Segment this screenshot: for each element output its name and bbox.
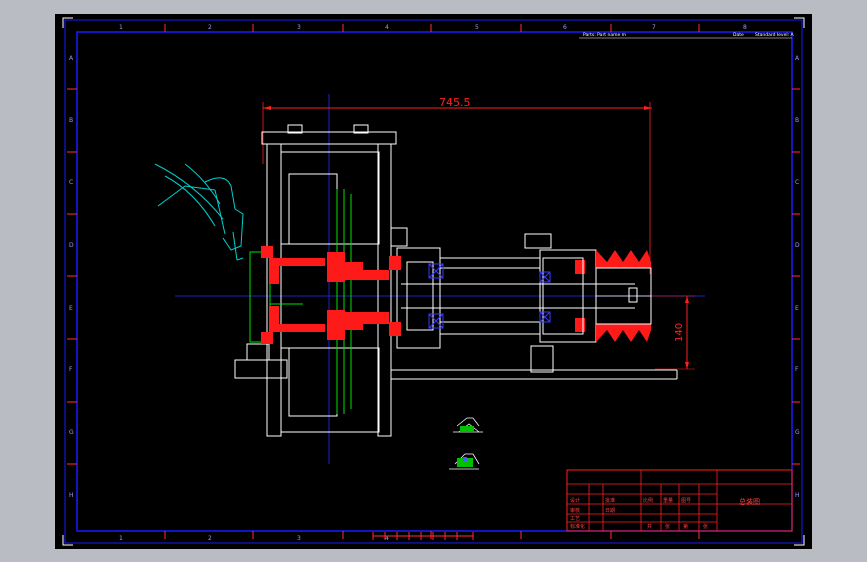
- drawing-title: 总装图: [739, 497, 760, 506]
- svg-text:Standard level: A: Standard level: A: [755, 32, 795, 38]
- drawing-sheet: 1 2 3 4 5 6 7 8 1 2 3 4 A B C D E F G H …: [55, 14, 812, 549]
- svg-text:第: 第: [683, 523, 688, 530]
- svg-text:H: H: [69, 492, 74, 499]
- svg-text:H: H: [795, 492, 800, 499]
- inlet-elbow: [154, 163, 244, 261]
- cad-drawing: 1 2 3 4 5 6 7 8 1 2 3 4 A B C D E F G H …: [62, 17, 805, 546]
- svg-text:标准化: 标准化: [570, 523, 585, 530]
- svg-text:E: E: [69, 305, 73, 312]
- svg-text:5: 5: [475, 24, 479, 31]
- svg-text:C: C: [795, 179, 799, 186]
- svg-text:F: F: [795, 366, 799, 373]
- inner-parts: [249, 189, 352, 414]
- svg-text:F: F: [69, 366, 73, 373]
- svg-text:Parts: Part name m: Parts: Part name m: [583, 32, 626, 38]
- svg-text:G: G: [795, 429, 800, 436]
- dimension-height: 140: [645, 295, 695, 370]
- svg-text:1: 1: [119, 24, 123, 31]
- dimension-140-label: 140: [674, 323, 685, 342]
- svg-text:D: D: [69, 242, 74, 249]
- sectioned-parts: [261, 246, 585, 344]
- svg-text:张: 张: [665, 523, 670, 530]
- svg-text:日期: 日期: [605, 508, 615, 514]
- svg-text:工艺: 工艺: [570, 516, 580, 522]
- v-belt-pulley: [595, 250, 652, 342]
- svg-text:B: B: [69, 117, 73, 124]
- svg-text:A: A: [69, 55, 74, 62]
- svg-text:审核: 审核: [570, 507, 580, 514]
- dimension-overall: 745.5: [262, 96, 652, 274]
- svg-text:共: 共: [647, 523, 652, 530]
- svg-text:批准: 批准: [605, 497, 615, 504]
- pump-housing: [234, 124, 678, 437]
- svg-text:2: 2: [208, 24, 212, 31]
- svg-text:重量: 重量: [663, 497, 673, 504]
- inner-border: [76, 31, 793, 532]
- header-strip: Parts: Part name m Date Standard level: …: [579, 32, 795, 39]
- dimension-745-label: 745.5: [439, 96, 471, 109]
- svg-text:3: 3: [297, 535, 301, 542]
- svg-text:图号: 图号: [681, 498, 691, 504]
- svg-text:E: E: [795, 305, 799, 312]
- title-block: 总装图 设计 审核 工艺 标准化 批准 日期 比例 重量 图号 共 张 第 张: [566, 469, 793, 532]
- svg-text:4: 4: [385, 24, 389, 31]
- border-letters: A B C D E F G H A B C D E F G H: [69, 55, 800, 499]
- svg-text:设计: 设计: [570, 497, 580, 504]
- svg-text:6: 6: [563, 24, 567, 31]
- svg-text:A: A: [795, 55, 800, 62]
- svg-text:2: 2: [208, 535, 212, 542]
- svg-text:D: D: [795, 242, 800, 249]
- section-views: [449, 417, 483, 470]
- svg-text:C: C: [69, 179, 73, 186]
- svg-text:1: 1: [119, 535, 123, 542]
- svg-text:G: G: [69, 429, 74, 436]
- svg-text:张: 张: [703, 523, 708, 530]
- svg-text:7: 7: [652, 24, 656, 31]
- svg-text:比例: 比例: [643, 497, 653, 504]
- svg-text:B: B: [795, 117, 799, 124]
- svg-text:Date: Date: [733, 32, 744, 38]
- svg-text:3: 3: [297, 24, 301, 31]
- svg-text:8: 8: [743, 24, 747, 31]
